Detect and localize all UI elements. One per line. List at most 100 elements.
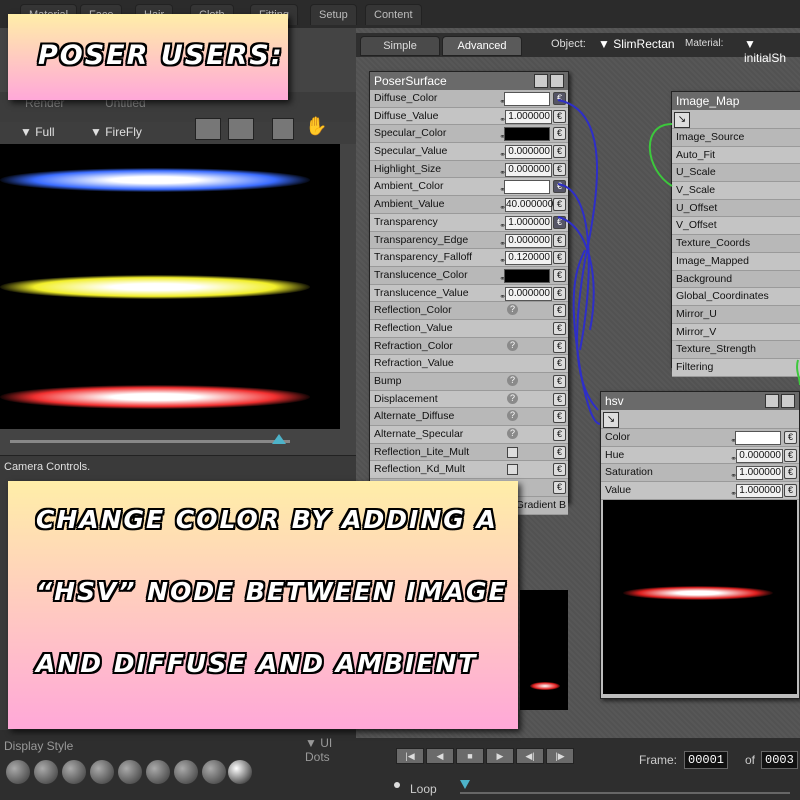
display-style-ball[interactable] <box>6 760 30 784</box>
image-map-row[interactable]: Texture_Coords <box>672 235 800 253</box>
plug-icon[interactable]: € <box>553 463 566 477</box>
color-swatch[interactable] <box>504 268 550 283</box>
preview-slider-thumb[interactable] <box>272 434 286 444</box>
plug-icon[interactable]: € <box>553 233 566 247</box>
plug-icon[interactable]: € <box>553 410 566 424</box>
image-map-row[interactable]: Image_Mapped <box>672 252 800 271</box>
ps-row[interactable]: Alternate_Diffuse? € <box>370 408 568 427</box>
plug-icon[interactable]: € <box>553 92 566 105</box>
object-dropdown[interactable]: ▼ SlimRectan <box>598 37 675 51</box>
plug-icon[interactable]: € <box>553 180 566 194</box>
image-map-row[interactable]: U_Scale <box>672 164 800 183</box>
plug-icon[interactable]: € <box>553 268 566 282</box>
checkbox[interactable] <box>507 446 518 458</box>
ps-row[interactable]: Refraction_Color? € <box>370 337 568 356</box>
plug-icon[interactable]: € <box>553 145 566 159</box>
node-tool-icon[interactable]: ↘ <box>674 112 690 128</box>
plug-icon[interactable]: € <box>553 339 566 353</box>
help-icon[interactable]: ? <box>507 304 518 316</box>
collapse-icon[interactable] <box>534 74 548 88</box>
image-map-row[interactable]: Mirror_V <box>672 323 800 342</box>
ps-row[interactable]: Reflection_Kd_Mult € <box>370 461 568 480</box>
display-style-ball[interactable] <box>202 760 226 784</box>
ps-row[interactable]: Reflection_Value € <box>370 319 568 338</box>
help-icon[interactable]: ? <box>507 428 518 440</box>
plug-icon[interactable]: € <box>553 127 566 141</box>
brush-icon[interactable] <box>272 118 294 140</box>
timeline-track[interactable] <box>460 792 790 794</box>
value-field[interactable]: 0.000000 <box>505 162 552 177</box>
plug-icon[interactable]: € <box>553 481 566 495</box>
plug-icon[interactable]: € <box>784 484 797 498</box>
collapse-icon[interactable] <box>765 394 779 408</box>
color-swatch[interactable] <box>735 431 781 445</box>
ps-row[interactable]: Specular_Color ⚭ € <box>370 125 568 144</box>
ps-row[interactable]: Displacement? € <box>370 390 568 409</box>
plug-icon[interactable]: € <box>553 445 566 459</box>
ps-row[interactable]: Reflection_Color? € <box>370 302 568 320</box>
plug-icon[interactable]: € <box>553 215 566 229</box>
plug-icon[interactable]: € <box>553 251 566 265</box>
image-map-header[interactable]: Image_Map <box>672 92 800 110</box>
image-map-node[interactable]: Image_Map ↘ Image_Source Auto_Fit U_Scale V… <box>671 91 800 377</box>
checkbox[interactable] <box>507 464 518 476</box>
value-field[interactable]: 1.000000 <box>736 466 783 481</box>
image-map-row[interactable]: Filtering <box>672 358 800 377</box>
ps-row[interactable]: Translucence_Value ⚭ 0.000000 € <box>370 284 568 303</box>
image-map-row[interactable]: Texture_Strength <box>672 341 800 359</box>
display-style-ball[interactable] <box>174 760 198 784</box>
ps-row[interactable]: Transparency_Edge ⚭ 0.000000 € <box>370 231 568 250</box>
material-dropdown[interactable]: ▼ initialSh <box>744 37 800 65</box>
plug-icon[interactable]: € <box>553 321 566 335</box>
value-field[interactable]: 0.000000 <box>505 233 552 248</box>
render-icon[interactable] <box>228 118 254 140</box>
image-map-row[interactable]: Global_Coordinates <box>672 288 800 306</box>
play-button[interactable]: ▶ <box>486 748 514 764</box>
hsv-row[interactable]: Hue ⚭ 0.000000 € <box>601 446 799 465</box>
help-icon[interactable]: ? <box>507 410 518 422</box>
timeline-thumb[interactable] <box>460 780 470 789</box>
plug-icon[interactable]: € <box>553 286 566 300</box>
poser-surface-header[interactable]: PoserSurface <box>370 72 568 90</box>
help-icon[interactable]: ? <box>507 339 518 351</box>
hsv-header[interactable]: hsv <box>601 392 799 410</box>
plug-icon[interactable]: € <box>553 198 566 212</box>
total-frames-input[interactable]: 0003 <box>761 751 798 769</box>
ps-row[interactable]: Specular_Value ⚭ 0.000000 € <box>370 143 568 161</box>
value-field[interactable]: 0.120000 <box>505 251 552 266</box>
ps-row[interactable]: Transparency ⚭ 1.000000 € <box>370 213 568 232</box>
loop-radio[interactable] <box>394 782 400 788</box>
help-icon[interactable]: ? <box>507 375 518 386</box>
ps-row[interactable]: Diffuse_Value ⚭ 1.000000 € <box>370 107 568 126</box>
tab-simple[interactable]: Simple <box>360 36 440 56</box>
value-field[interactable]: 40.000000 <box>505 198 553 213</box>
ps-row[interactable]: Ambient_Value ⚭ 40.000000 € <box>370 196 568 214</box>
next-frame-button[interactable]: ◀| <box>516 748 544 764</box>
hsv-row[interactable]: Color ⚭ € <box>601 429 799 447</box>
camera-icon[interactable] <box>195 118 221 140</box>
preview-toggle-icon[interactable] <box>781 394 795 408</box>
ps-row[interactable]: Reflection_Lite_Mult € <box>370 443 568 462</box>
last-frame-button[interactable]: |▶ <box>546 748 574 764</box>
ps-row[interactable]: Highlight_Size ⚭ 0.000000 € <box>370 160 568 179</box>
plug-icon[interactable]: € <box>553 304 566 318</box>
tab-setup[interactable]: Setup <box>310 4 357 25</box>
color-swatch[interactable] <box>504 92 550 106</box>
color-swatch[interactable] <box>504 180 550 195</box>
plug-icon[interactable]: € <box>784 448 797 462</box>
ps-row[interactable]: Ambient_Color ⚭ € <box>370 178 568 197</box>
value-field[interactable]: 0.000000 <box>736 448 783 463</box>
display-style-ball[interactable] <box>34 760 58 784</box>
help-icon[interactable]: ? <box>507 392 518 404</box>
image-map-row[interactable]: Background <box>672 270 800 289</box>
display-style-ball[interactable] <box>146 760 170 784</box>
tab-advanced[interactable]: Advanced <box>442 36 522 56</box>
stop-button[interactable]: ■ <box>456 748 484 764</box>
image-map-row[interactable]: V_Offset <box>672 217 800 236</box>
plug-icon[interactable]: € <box>784 466 797 480</box>
plug-icon[interactable]: € <box>784 431 797 444</box>
node-tool-icon[interactable]: ↘ <box>603 412 619 428</box>
poser-surface-node[interactable]: PoserSurface Diffuse_Color ⚭ € Diffuse_Valu… <box>369 71 569 515</box>
ps-row[interactable]: Transparency_Falloff ⚭ 0.120000 € <box>370 249 568 267</box>
preview-slider-track[interactable] <box>10 440 290 443</box>
